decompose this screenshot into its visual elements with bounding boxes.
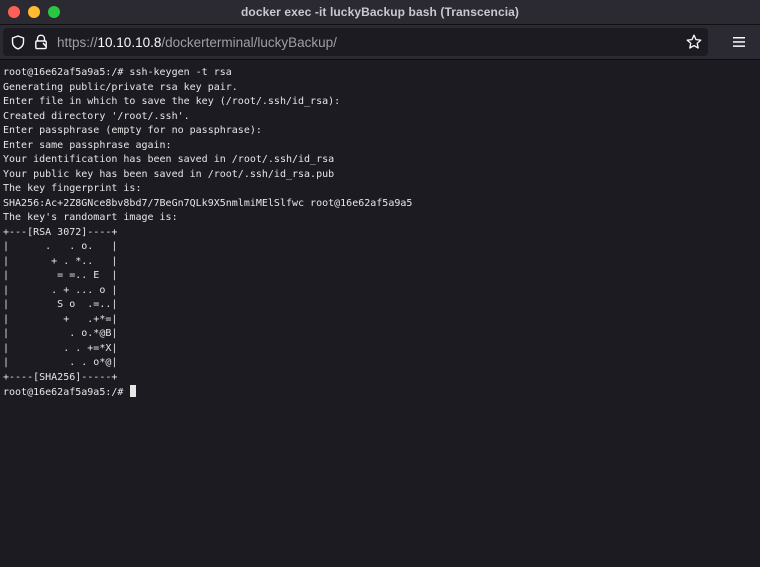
minimize-window-button[interactable] [28, 6, 40, 18]
terminal-line: | = =.. E | [3, 270, 118, 281]
terminal-line: | . . +=*X| [3, 342, 118, 354]
terminal-line: Enter file in which to save the key (/ro… [3, 96, 341, 107]
url-text[interactable]: https://10.10.10.8/dockerterminal/luckyB… [57, 35, 337, 50]
terminal-line: +----[SHA256]-----+ [3, 371, 118, 383]
url-path: /dockerterminal/luckyBackup/ [161, 34, 337, 50]
close-window-button[interactable] [8, 6, 20, 18]
terminal-line: | . . o*@| [3, 357, 118, 368]
window-title: docker exec -it luckyBackup bash (Transc… [240, 5, 520, 19]
terminal-line: Generating public/private rsa key pair. [3, 81, 238, 93]
terminal-lines: root@16e62af5a9a5:/# ssh-keygen -t rsa Ge… [3, 66, 760, 385]
maximize-window-button[interactable] [48, 6, 60, 18]
terminal-cursor [130, 385, 137, 397]
title-bar: docker exec -it luckyBackup bash (Transc… [0, 0, 760, 25]
terminal-line: Created directory '/root/.ssh'. [3, 110, 190, 122]
terminal-line: The key's randomart image is: [3, 212, 178, 223]
bookmark-star-icon[interactable] [686, 34, 702, 50]
terminal-line: | . + ... o | [3, 284, 118, 296]
terminal-line: | S o .=..| [3, 299, 118, 310]
url-scheme: https:// [57, 34, 98, 50]
terminal-line: Your public key has been saved in /root/… [3, 168, 335, 180]
terminal-line: The key fingerprint is: [3, 183, 142, 194]
terminal-line: root@16e62af5a9a5:/# ssh-keygen -t rsa [3, 67, 232, 78]
terminal-prompt-line[interactable]: root@16e62af5a9a5:/# [3, 385, 760, 400]
url-host: 10.10.10.8 [97, 34, 162, 50]
terminal-line: Enter passphrase (empty for no passphras… [3, 125, 262, 136]
terminal-output[interactable]: root@16e62af5a9a5:/# ssh-keygen -t rsa Ge… [0, 60, 760, 567]
lock-icon[interactable] [33, 34, 49, 50]
browser-window: docker exec -it luckyBackup bash (Transc… [0, 0, 760, 567]
terminal-line: SHA256:Ac+2Z8GNce8bv8bd7/7BeGn7QLk9X5nml… [3, 197, 413, 209]
terminal-line: +---[RSA 3072]----+ [3, 226, 118, 238]
terminal-line: | + . *.. | [3, 255, 118, 267]
terminal-line: Your identification has been saved in /r… [3, 154, 335, 165]
terminal-prompt: root@16e62af5a9a5:/# [3, 387, 130, 398]
terminal-line: Enter same passphrase again: [3, 139, 172, 151]
browser-toolbar: https://10.10.10.8/dockerterminal/luckyB… [0, 25, 760, 60]
terminal-line: | + .+*=| [3, 313, 118, 325]
address-bar[interactable]: https://10.10.10.8/dockerterminal/luckyB… [3, 28, 708, 56]
hamburger-menu-icon[interactable] [731, 34, 747, 50]
terminal-line: | . . o. | [3, 241, 118, 252]
shield-icon[interactable] [10, 34, 26, 50]
window-controls [8, 6, 60, 18]
terminal-line: | . o.*@B| [3, 328, 118, 339]
